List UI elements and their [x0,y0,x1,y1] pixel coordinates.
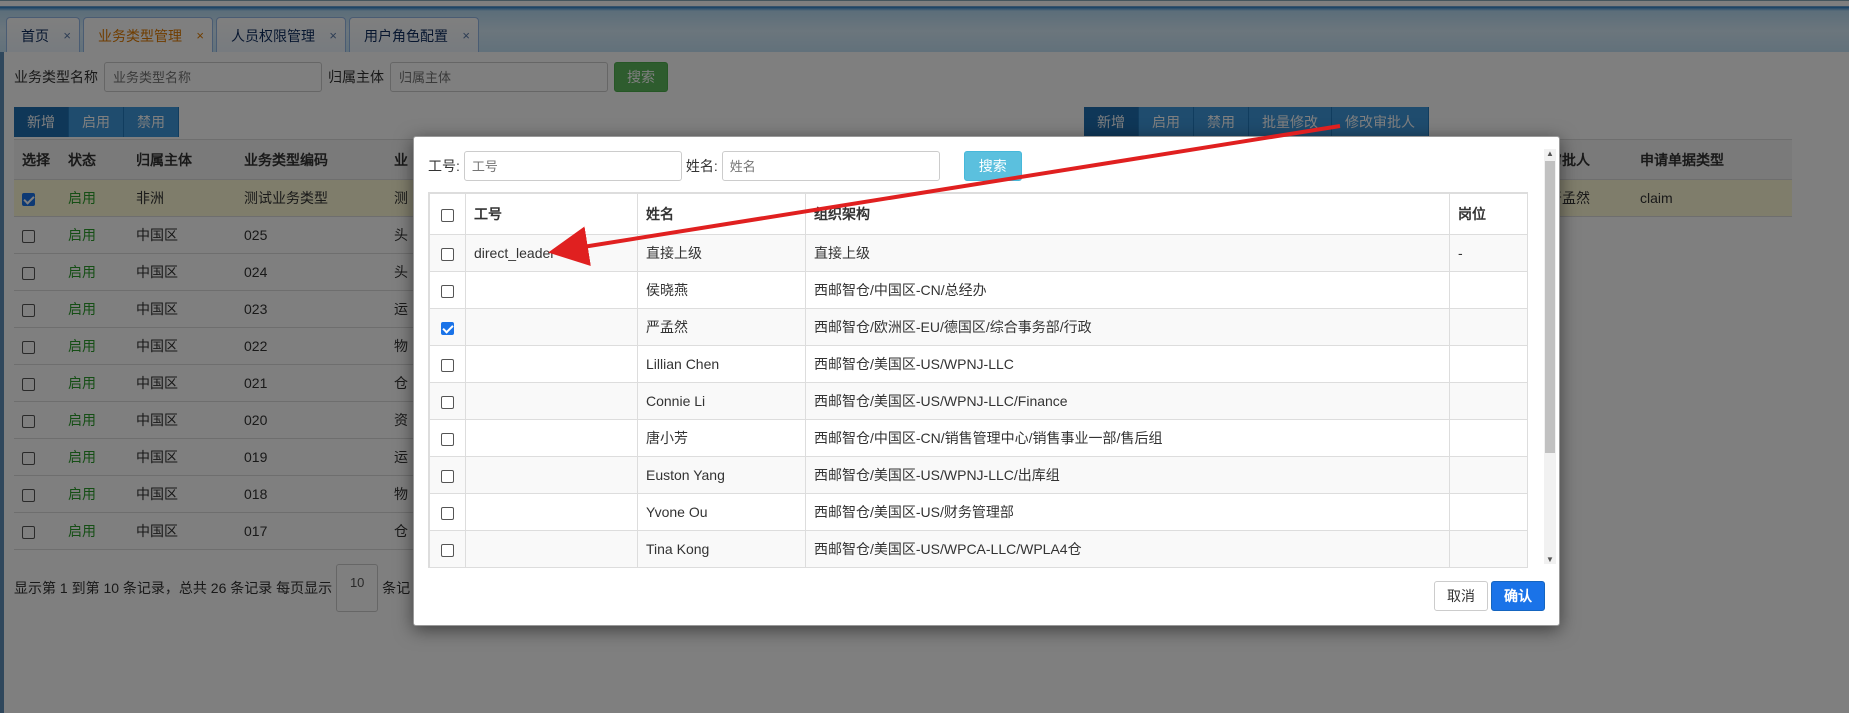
table-row[interactable]: direct_leader 直接上级 直接上级 - [429,234,1527,272]
select-all-cell [429,193,466,235]
name-cell: 直接上级 [637,234,806,272]
row-checkbox[interactable] [441,247,454,261]
row-select-cell [429,271,466,309]
table-row[interactable]: 唐小芳 西邮智仓/中国区-CN/销售管理中心/销售事业一部/售后组 [429,419,1527,457]
scroll-down-icon[interactable]: ▼ [1546,555,1554,564]
table-row[interactable]: Tina Kong 西邮智仓/美国区-US/WPCA-LLC/WPLA4仓 [429,530,1527,567]
empno-input[interactable] [463,151,682,181]
modal-search-form: 工号: 姓名: 搜索 [428,151,1022,181]
select-approver-modal: 工号: 姓名: 搜索 工号 姓名 组织架构 岗位 direct_leader直接… [413,136,1560,626]
scrollbar-thumb[interactable] [1545,161,1555,453]
name-cell: 严孟然 [637,308,806,346]
row-select-cell [429,419,466,457]
empno-cell: direct_leader [465,234,638,272]
row-select-cell [429,456,466,494]
empno-cell [465,530,638,567]
row-select-cell [429,234,466,272]
table-row[interactable]: Lillian Chen 西邮智仓/美国区-US/WPNJ-LLC [429,345,1527,383]
table-row[interactable]: 侯晓燕 西邮智仓/中国区-CN/总经办 [429,271,1527,309]
row-checkbox[interactable] [441,543,454,557]
post-cell [1449,530,1527,567]
employee-table: 工号 姓名 组织架构 岗位 direct_leader 直接上级 直接上级 - 侯晓燕西… [429,193,1527,567]
org-cell: 西邮智仓/中国区-CN/销售管理中心/销售事业一部/售后组 [805,419,1450,457]
row-select-cell [429,308,466,346]
row-checkbox[interactable] [441,358,454,372]
post-cell: - [1449,234,1527,272]
row-select-cell [429,382,466,420]
table-row[interactable]: Euston Yang 西邮智仓/美国区-US/WPNJ-LLC/出库组 [429,456,1527,494]
org-cell: 西邮智仓/美国区-US/WPCA-LLC/WPLA4仓 [805,530,1450,567]
row-select-cell [429,530,466,567]
empno-cell [465,345,638,383]
post-cell [1449,493,1527,531]
row-checkbox[interactable] [441,321,454,335]
table-row[interactable]: 严孟然 西邮智仓/欧洲区-EU/德国区/综合事务部/行政 [429,308,1527,346]
empno-cell [465,456,638,494]
modal-footer: 取消 确认 [1434,581,1545,611]
row-checkbox[interactable] [441,395,454,409]
empno-cell [465,308,638,346]
empno-cell [465,382,638,420]
name-input[interactable] [721,151,940,181]
post-cell [1449,419,1527,457]
empno-cell [465,271,638,309]
row-checkbox[interactable] [441,506,454,520]
empno-cell [465,419,638,457]
org-cell: 直接上级 [805,234,1450,272]
scroll-up-icon[interactable]: ▲ [1546,149,1554,158]
post-cell [1449,308,1527,346]
modal-scrollbar[interactable]: ▲ ▼ [1544,149,1556,564]
post-cell [1449,345,1527,383]
row-select-cell [429,345,466,383]
name-cell: Tina Kong [637,530,806,567]
org-cell: 西邮智仓/中国区-CN/总经办 [805,271,1450,309]
cancel-button[interactable]: 取消 [1434,581,1488,611]
row-select-cell [429,493,466,531]
name-cell: 唐小芳 [637,419,806,457]
org-cell: 西邮智仓/美国区-US/WPNJ-LLC/出库组 [805,456,1450,494]
col-post: 岗位 [1449,193,1527,235]
post-cell [1449,456,1527,494]
name-cell: 侯晓燕 [637,271,806,309]
post-cell [1449,382,1527,420]
row-checkbox[interactable] [441,432,454,446]
select-all-checkbox[interactable] [441,208,454,222]
row-checkbox[interactable] [441,469,454,483]
col-empno: 工号 [465,193,638,235]
confirm-button[interactable]: 确认 [1491,581,1545,611]
table-row[interactable]: Connie Li 西邮智仓/美国区-US/WPNJ-LLC/Finance [429,382,1527,420]
name-cell: Euston Yang [637,456,806,494]
org-cell: 西邮智仓/美国区-US/WPNJ-LLC/Finance [805,382,1450,420]
empno-label: 工号: [428,158,460,174]
table-row[interactable]: Yvone Ou 西邮智仓/美国区-US/财务管理部 [429,493,1527,531]
name-cell: Yvone Ou [637,493,806,531]
org-cell: 西邮智仓/美国区-US/财务管理部 [805,493,1450,531]
org-cell: 西邮智仓/美国区-US/WPNJ-LLC [805,345,1450,383]
name-cell: Lillian Chen [637,345,806,383]
col-org: 组织架构 [805,193,1450,235]
post-cell [1449,271,1527,309]
modal-search-button[interactable]: 搜索 [963,151,1022,181]
col-name: 姓名 [637,193,806,235]
org-cell: 西邮智仓/欧洲区-EU/德国区/综合事务部/行政 [805,308,1450,346]
employee-table-wrap[interactable]: 工号 姓名 组织架构 岗位 direct_leader 直接上级 直接上级 - 侯晓燕西… [428,192,1528,568]
name-label: 姓名: [685,158,718,174]
row-checkbox[interactable] [441,284,454,298]
name-cell: Connie Li [637,382,806,420]
table-header-row: 工号 姓名 组织架构 岗位 [429,193,1527,235]
empno-cell [465,493,638,531]
